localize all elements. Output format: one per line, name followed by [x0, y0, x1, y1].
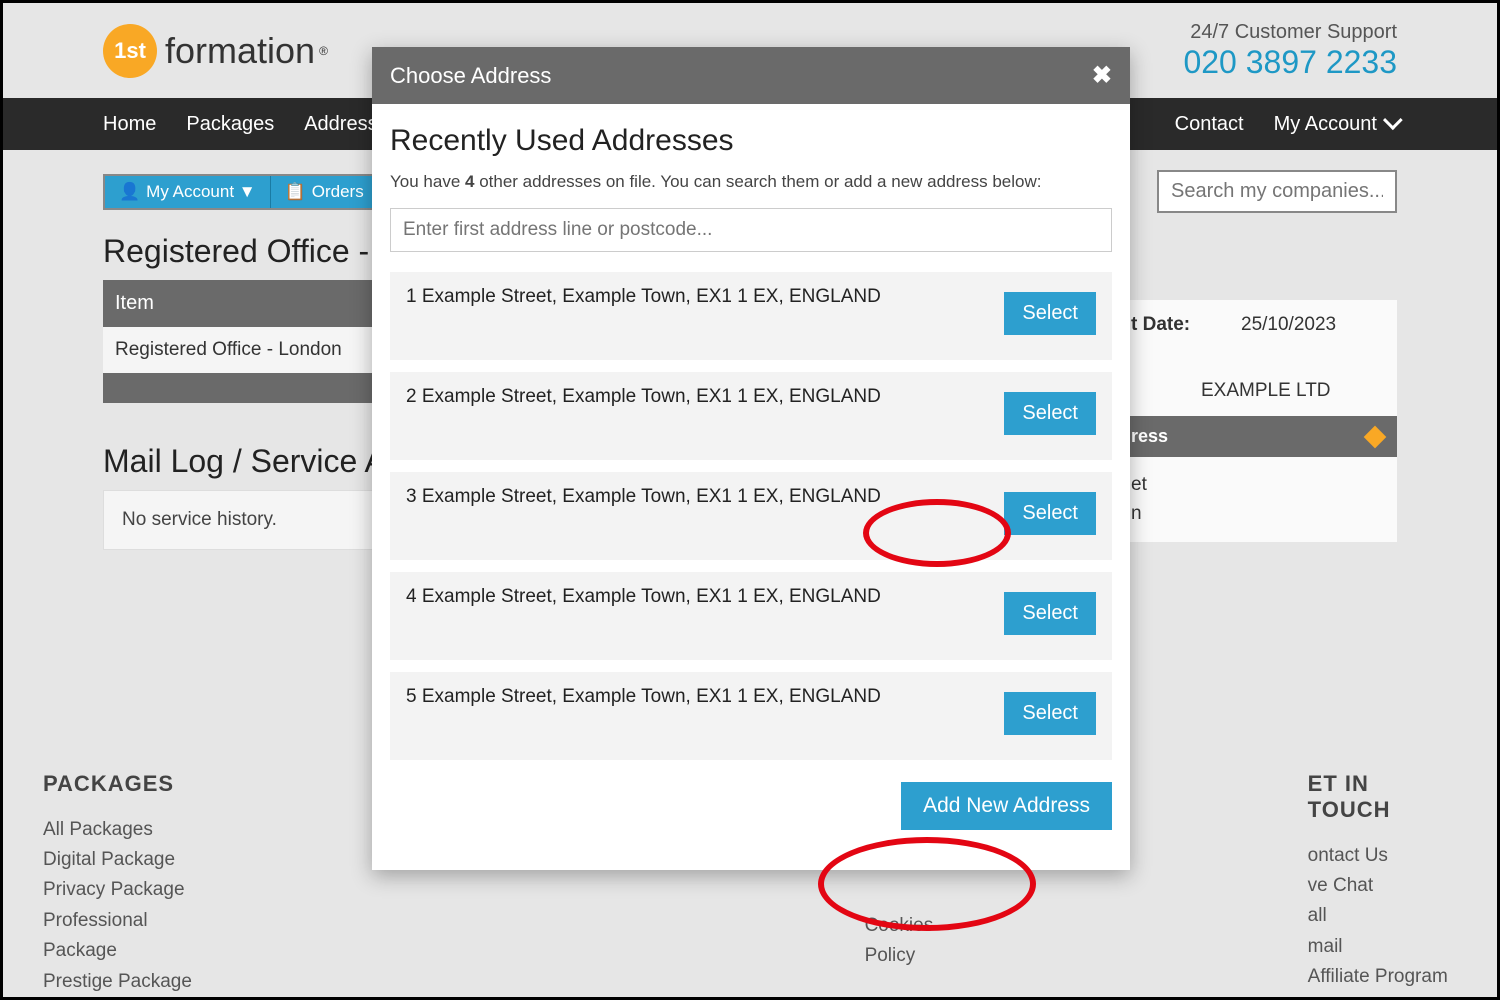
close-icon[interactable]: ✖ [1092, 61, 1112, 90]
select-button[interactable]: Select [1004, 592, 1096, 635]
address-text: 3 Example Street, Example Town, EX1 1 EX… [406, 486, 1004, 508]
address-row: 1 Example Street, Example Town, EX1 1 EX… [390, 272, 1112, 360]
address-row: 2 Example Street, Example Town, EX1 1 EX… [390, 372, 1112, 460]
address-text: 2 Example Street, Example Town, EX1 1 EX… [406, 386, 1004, 408]
select-button[interactable]: Select [1004, 392, 1096, 435]
address-text: 1 Example Street, Example Town, EX1 1 EX… [406, 286, 1004, 308]
select-button[interactable]: Select [1004, 692, 1096, 735]
add-new-address-button[interactable]: Add New Address [901, 782, 1112, 830]
modal-header-title: Choose Address [390, 63, 551, 89]
select-button[interactable]: Select [1004, 492, 1096, 535]
address-row: 4 Example Street, Example Town, EX1 1 EX… [390, 572, 1112, 660]
address-row: 5 Example Street, Example Town, EX1 1 EX… [390, 672, 1112, 760]
address-search-input[interactable] [390, 208, 1112, 252]
address-row: 3 Example Street, Example Town, EX1 1 EX… [390, 472, 1112, 560]
modal-title: Recently Used Addresses [390, 124, 1112, 158]
modal-subtitle: You have 4 other addresses on file. You … [390, 172, 1112, 192]
select-button[interactable]: Select [1004, 292, 1096, 335]
choose-address-modal: Choose Address ✖ Recently Used Addresses… [372, 47, 1130, 870]
address-text: 4 Example Street, Example Town, EX1 1 EX… [406, 586, 1004, 608]
address-text: 5 Example Street, Example Town, EX1 1 EX… [406, 686, 1004, 708]
